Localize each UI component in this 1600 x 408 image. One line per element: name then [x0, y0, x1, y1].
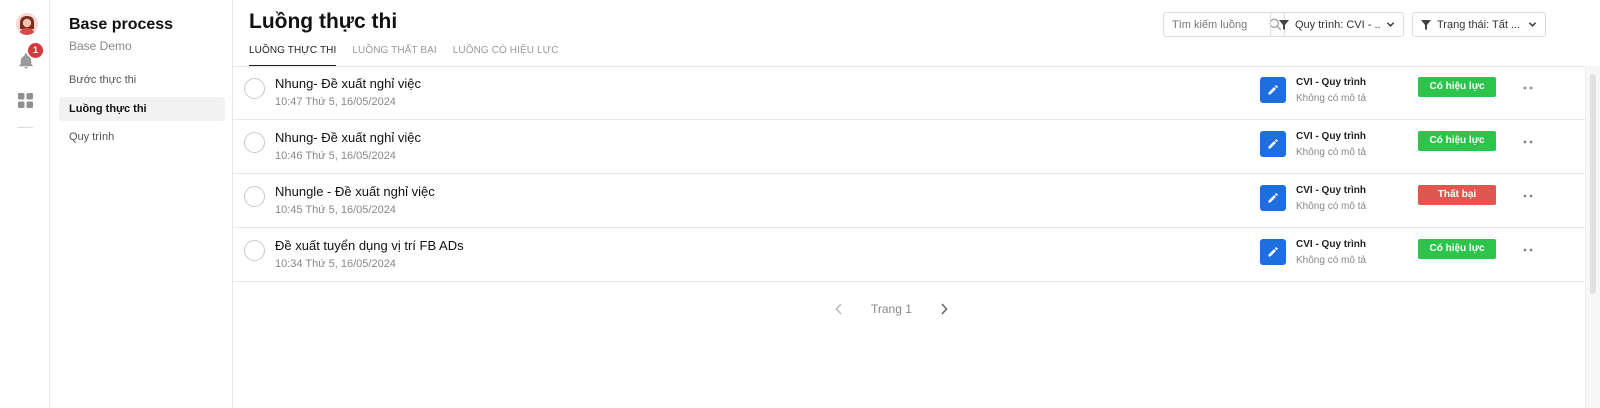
- sidebar: Base process Base Demo Bước thực thi Luồ…: [50, 0, 233, 408]
- process-name: CVI - Quy trình: [1296, 185, 1366, 196]
- process-description: Không có mô tả: [1296, 201, 1367, 212]
- apps-grid-icon[interactable]: [18, 93, 33, 108]
- flow-time: 10:34 Thứ 5, 16/05/2024: [275, 258, 396, 270]
- search-input[interactable]: [1163, 12, 1285, 37]
- flow-row[interactable]: Đề xuất tuyển dụng vị trí FB ADs 10:34 T…: [233, 228, 1585, 282]
- page-indicator: Trang 1: [871, 302, 912, 316]
- process-name: CVI - Quy trình: [1296, 239, 1366, 250]
- sidebar-item-processes[interactable]: Quy trình: [59, 125, 225, 149]
- chevron-left-icon[interactable]: [833, 302, 845, 316]
- status-badge: Có hiệu lực: [1418, 239, 1496, 259]
- row-select-radio[interactable]: [244, 240, 265, 261]
- app-title: Base process: [69, 16, 174, 33]
- status-badge: Có hiệu lực: [1418, 77, 1496, 97]
- process-description: Không có mô tả: [1296, 255, 1367, 266]
- avatar[interactable]: [16, 13, 38, 35]
- row-select-radio[interactable]: [244, 186, 265, 207]
- flow-title[interactable]: Nhung- Đề xuất nghỉ việc: [275, 76, 421, 91]
- sidebar-item-steps[interactable]: Bước thực thi: [59, 68, 225, 92]
- flow-row[interactable]: Nhung- Đề xuất nghỉ việc 10:46 Thứ 5, 16…: [233, 120, 1585, 174]
- flow-title[interactable]: Nhungle - Đề xuất nghỉ việc: [275, 184, 435, 199]
- edit-button[interactable]: [1260, 131, 1286, 157]
- status-filter-label: Trạng thái: Tất ...: [1437, 18, 1521, 31]
- pencil-icon: [1268, 247, 1278, 257]
- page-title: Luồng thực thi: [249, 10, 398, 33]
- chevron-right-icon[interactable]: [938, 302, 950, 316]
- status-badge: Thất bại: [1418, 185, 1496, 205]
- scrollbar-thumb[interactable]: [1590, 74, 1596, 294]
- notification-badge: 1: [28, 43, 43, 58]
- filter-icon: [1279, 19, 1289, 30]
- filter-icon: [1421, 19, 1431, 30]
- pencil-icon: [1268, 139, 1278, 149]
- icon-rail: 1: [0, 0, 50, 408]
- main-content: Luồng thực thi LUỒNG THỰC THI LUỒNG THẤT…: [233, 0, 1600, 408]
- tab-executing-flows[interactable]: LUỒNG THỰC THI: [249, 43, 337, 67]
- process-name: CVI - Quy trình: [1296, 131, 1366, 142]
- process-description: Không có mô tả: [1296, 93, 1367, 104]
- more-icon[interactable]: [1520, 188, 1536, 204]
- flow-time: 10:47 Thứ 5, 16/05/2024: [275, 96, 396, 108]
- row-select-radio[interactable]: [244, 78, 265, 99]
- process-name: CVI - Quy trình: [1296, 77, 1366, 88]
- process-filter-dropdown[interactable]: Quy trình: CVI - ...: [1270, 12, 1404, 37]
- pagination: Trang 1: [833, 302, 950, 316]
- tab-failed-flows[interactable]: LUỒNG THẤT BẠI: [352, 43, 436, 67]
- vertical-scrollbar[interactable]: [1585, 66, 1600, 408]
- tabs: LUỒNG THỰC THI LUỒNG THẤT BẠI LUỒNG CÓ H…: [249, 43, 559, 67]
- pencil-icon: [1268, 193, 1278, 203]
- edit-button[interactable]: [1260, 77, 1286, 103]
- process-filter-label: Quy trình: CVI - ...: [1295, 18, 1380, 31]
- tab-valid-flows[interactable]: LUỒNG CÓ HIỆU LỰC: [453, 43, 559, 67]
- process-description: Không có mô tả: [1296, 147, 1367, 158]
- more-icon[interactable]: [1520, 80, 1536, 96]
- chevron-down-icon: [1386, 22, 1395, 27]
- chevron-down-icon: [1528, 22, 1537, 27]
- edit-button[interactable]: [1260, 185, 1286, 211]
- flow-time: 10:46 Thứ 5, 16/05/2024: [275, 150, 396, 162]
- sidebar-item-flows[interactable]: Luồng thực thi: [59, 97, 225, 121]
- more-icon[interactable]: [1520, 242, 1536, 258]
- more-icon[interactable]: [1520, 134, 1536, 150]
- status-filter-dropdown[interactable]: Trạng thái: Tất ...: [1412, 12, 1546, 37]
- row-select-radio[interactable]: [244, 132, 265, 153]
- pencil-icon: [1268, 85, 1278, 95]
- flow-row[interactable]: Nhungle - Đề xuất nghỉ việc 10:45 Thứ 5,…: [233, 174, 1585, 228]
- flow-title[interactable]: Đề xuất tuyển dụng vị trí FB ADs: [275, 238, 464, 253]
- status-badge: Có hiệu lực: [1418, 131, 1496, 151]
- rail-divider: [17, 127, 33, 128]
- flow-row[interactable]: Nhung- Đề xuất nghỉ việc 10:47 Thứ 5, 16…: [233, 66, 1585, 120]
- flow-time: 10:45 Thứ 5, 16/05/2024: [275, 204, 396, 216]
- app-subtitle: Base Demo: [69, 39, 132, 53]
- flow-title[interactable]: Nhung- Đề xuất nghỉ việc: [275, 130, 421, 145]
- edit-button[interactable]: [1260, 239, 1286, 265]
